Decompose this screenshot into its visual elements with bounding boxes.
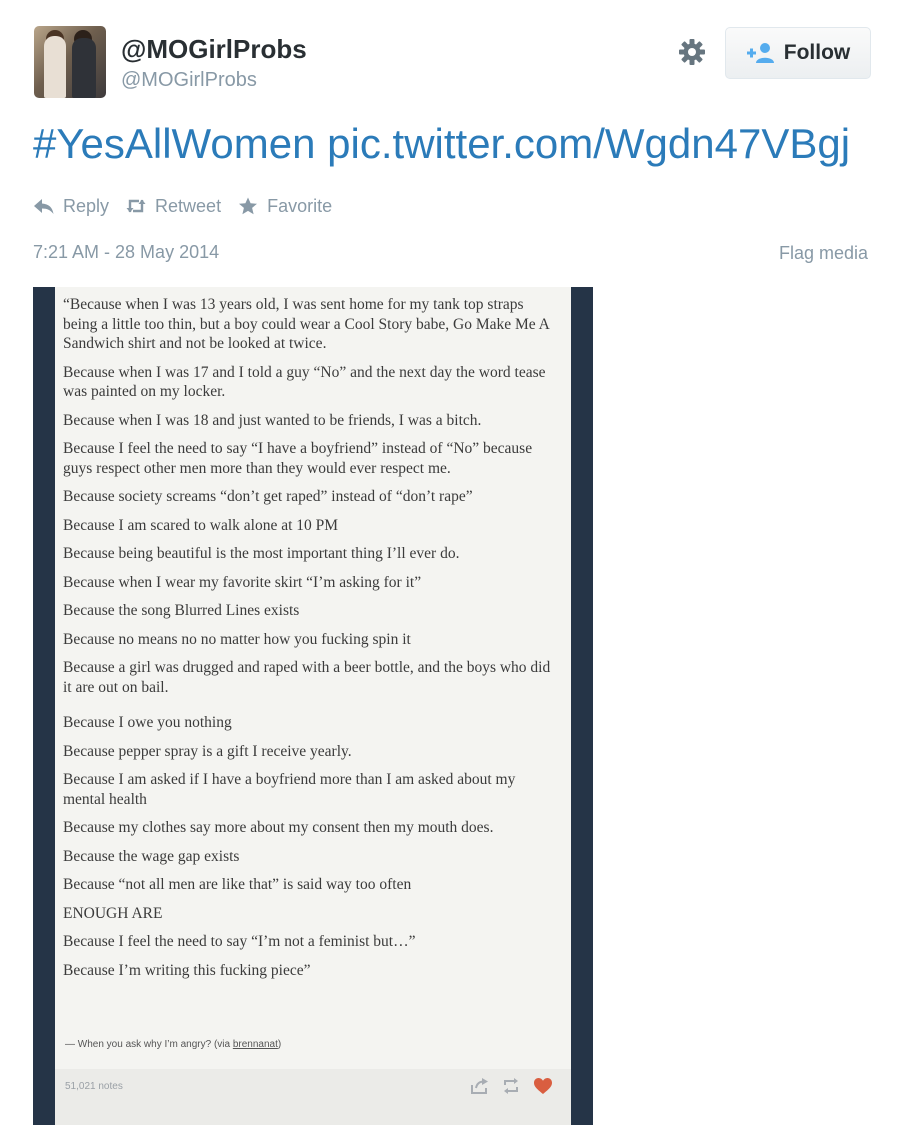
- attribution-prefix: — When you ask why I’m angry? (via: [65, 1039, 233, 1050]
- retweet-label: Retweet: [155, 195, 222, 216]
- tumblr-post: “Because when I was 13 years old, I was …: [55, 287, 571, 1125]
- quote-line: Because I am scared to walk alone at 10 …: [63, 516, 339, 534]
- add-user-icon: [746, 43, 774, 63]
- avatar[interactable]: [34, 26, 106, 98]
- post-notes-bar: 51,021 notes: [55, 1069, 571, 1125]
- flag-media-link[interactable]: Flag media: [779, 243, 868, 264]
- quote-line: Because when I wear my favorite skirt “I…: [63, 573, 422, 591]
- follow-button[interactable]: Follow: [725, 27, 871, 79]
- quote-line: Because society screams “don’t get raped…: [63, 488, 473, 505]
- heart-icon: [533, 1077, 553, 1095]
- attribution-link: brennanat: [232, 1039, 278, 1050]
- display-name[interactable]: @MOGirlProbs: [121, 34, 307, 65]
- attribution-suffix: ): [277, 1039, 282, 1050]
- tweet-media[interactable]: “Because when I was 13 years old, I was …: [33, 287, 593, 1125]
- gear-icon[interactable]: [678, 38, 706, 66]
- quote-line: Because the wage gap exists: [63, 847, 240, 865]
- retweet-action[interactable]: Retweet: [125, 196, 221, 217]
- follow-label: Follow: [783, 41, 851, 64]
- quote-line: Because my clothes say more about my con…: [63, 819, 494, 836]
- quote-line: Because I feel the need to say “I’m not …: [63, 933, 416, 950]
- quote-line: Because the song Blurred Lines exists: [63, 602, 300, 619]
- share-icon: [469, 1077, 489, 1095]
- quote-line: Because I owe you nothing: [63, 714, 232, 731]
- quote-line: Because when I was 18 and just wanted to…: [63, 411, 482, 429]
- retweet-icon: [126, 199, 146, 213]
- favorite-label: Favorite: [267, 195, 333, 216]
- tweet-text[interactable]: #YesAllWomen pic.twitter.com/Wgdn47VBgj: [33, 120, 850, 168]
- quote-line: Because when I was 17 and I told a guy “…: [63, 363, 546, 401]
- quote-line: Because I feel the need to say “I have a…: [63, 440, 533, 477]
- post-quote: “Because when I was 13 years old, I was …: [63, 295, 555, 989]
- avatar-figure-right: [72, 38, 96, 98]
- post-controls: [469, 1077, 553, 1095]
- quote-line: Because no means no no matter how you fu…: [63, 630, 411, 648]
- favorite-action[interactable]: Favorite: [237, 196, 332, 217]
- quote-line: Because “not all men are like that” is s…: [63, 876, 412, 893]
- post-attribution: — When you ask why I’m angry? (via brenn…: [65, 1039, 281, 1050]
- quote-line: “Because when I was 13 years old, I was …: [63, 296, 550, 352]
- tweet-header: @MOGirlProbs @MOGirlProbs Follow: [0, 0, 920, 110]
- quote-line: Because a girl was drugged and raped wit…: [63, 659, 551, 696]
- tweet-timestamp[interactable]: 7:21 AM - 28 May 2014: [33, 242, 219, 263]
- tweet-actions: Reply Retweet Favorite: [33, 193, 332, 219]
- quote-line: ENOUGH ARE: [63, 904, 163, 922]
- screen-name[interactable]: @MOGirlProbs: [121, 69, 257, 92]
- quote-line: Because I’m writing this fucking piece”: [63, 961, 311, 979]
- reply-label: Reply: [63, 195, 110, 216]
- avatar-figure-left: [44, 36, 66, 98]
- reply-icon: [34, 199, 54, 214]
- quote-line: Because I am asked if I have a boyfriend…: [63, 771, 516, 808]
- notes-count: 51,021 notes: [65, 1081, 123, 1092]
- reply-action[interactable]: Reply: [33, 196, 109, 217]
- quote-line: Because being beautiful is the most impo…: [63, 545, 460, 562]
- reblog-icon: [501, 1077, 521, 1095]
- star-icon: [239, 197, 258, 215]
- quote-line: Because pepper spray is a gift I receive…: [63, 742, 352, 760]
